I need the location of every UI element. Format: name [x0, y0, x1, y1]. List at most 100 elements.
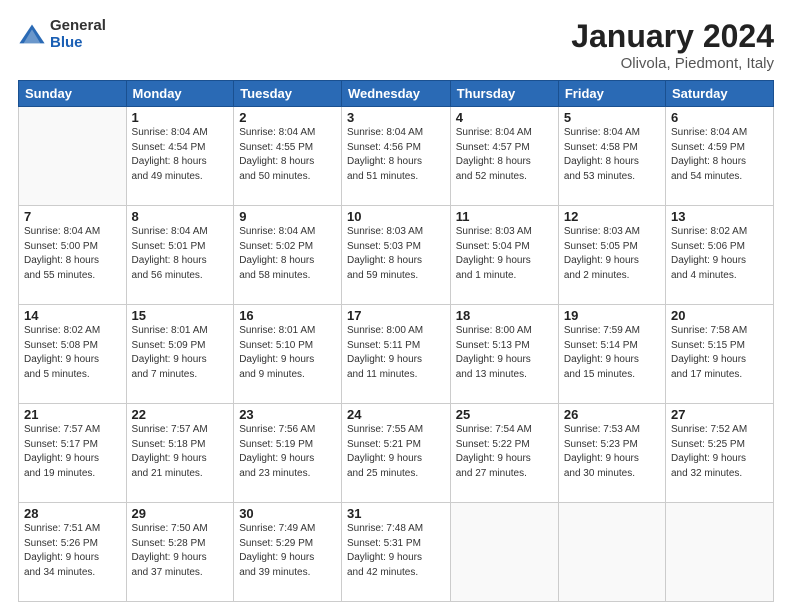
- day-cell-4: 4Sunrise: 8:04 AM Sunset: 4:57 PM Daylig…: [450, 107, 558, 206]
- day-info: Sunrise: 8:04 AM Sunset: 5:00 PM Dayligh…: [24, 225, 121, 283]
- day-info: Sunrise: 8:04 AM Sunset: 4:57 PM Dayligh…: [456, 126, 553, 184]
- day-cell-2: 2Sunrise: 8:04 AM Sunset: 4:55 PM Daylig…: [234, 107, 342, 206]
- day-info: Sunrise: 8:02 AM Sunset: 5:08 PM Dayligh…: [24, 324, 121, 382]
- day-info: Sunrise: 8:04 AM Sunset: 4:54 PM Dayligh…: [132, 126, 229, 184]
- weekday-header-wednesday: Wednesday: [341, 81, 450, 107]
- day-number: 1: [132, 110, 229, 125]
- empty-cell: [558, 503, 665, 602]
- day-info: Sunrise: 7:54 AM Sunset: 5:22 PM Dayligh…: [456, 423, 553, 481]
- day-cell-12: 12Sunrise: 8:03 AM Sunset: 5:05 PM Dayli…: [558, 206, 665, 305]
- weekday-header-saturday: Saturday: [666, 81, 774, 107]
- day-number: 19: [564, 308, 660, 323]
- day-number: 12: [564, 209, 660, 224]
- day-cell-31: 31Sunrise: 7:48 AM Sunset: 5:31 PM Dayli…: [341, 503, 450, 602]
- day-number: 23: [239, 407, 336, 422]
- day-cell-19: 19Sunrise: 7:59 AM Sunset: 5:14 PM Dayli…: [558, 305, 665, 404]
- day-info: Sunrise: 8:04 AM Sunset: 4:55 PM Dayligh…: [239, 126, 336, 184]
- day-cell-29: 29Sunrise: 7:50 AM Sunset: 5:28 PM Dayli…: [126, 503, 234, 602]
- day-info: Sunrise: 7:53 AM Sunset: 5:23 PM Dayligh…: [564, 423, 660, 481]
- day-cell-6: 6Sunrise: 8:04 AM Sunset: 4:59 PM Daylig…: [666, 107, 774, 206]
- day-info: Sunrise: 7:49 AM Sunset: 5:29 PM Dayligh…: [239, 522, 336, 580]
- day-info: Sunrise: 8:04 AM Sunset: 4:58 PM Dayligh…: [564, 126, 660, 184]
- logo-blue: Blue: [50, 35, 106, 52]
- day-cell-23: 23Sunrise: 7:56 AM Sunset: 5:19 PM Dayli…: [234, 404, 342, 503]
- day-cell-1: 1Sunrise: 8:04 AM Sunset: 4:54 PM Daylig…: [126, 107, 234, 206]
- day-number: 27: [671, 407, 768, 422]
- day-number: 22: [132, 407, 229, 422]
- weekday-header-friday: Friday: [558, 81, 665, 107]
- day-number: 10: [347, 209, 445, 224]
- day-cell-25: 25Sunrise: 7:54 AM Sunset: 5:22 PM Dayli…: [450, 404, 558, 503]
- day-info: Sunrise: 7:57 AM Sunset: 5:17 PM Dayligh…: [24, 423, 121, 481]
- day-number: 9: [239, 209, 336, 224]
- week-row-2: 7Sunrise: 8:04 AM Sunset: 5:00 PM Daylig…: [19, 206, 774, 305]
- day-info: Sunrise: 8:03 AM Sunset: 5:03 PM Dayligh…: [347, 225, 445, 283]
- weekday-header-sunday: Sunday: [19, 81, 127, 107]
- day-info: Sunrise: 7:51 AM Sunset: 5:26 PM Dayligh…: [24, 522, 121, 580]
- day-cell-28: 28Sunrise: 7:51 AM Sunset: 5:26 PM Dayli…: [19, 503, 127, 602]
- day-info: Sunrise: 7:55 AM Sunset: 5:21 PM Dayligh…: [347, 423, 445, 481]
- day-number: 20: [671, 308, 768, 323]
- day-info: Sunrise: 8:00 AM Sunset: 5:13 PM Dayligh…: [456, 324, 553, 382]
- day-info: Sunrise: 7:56 AM Sunset: 5:19 PM Dayligh…: [239, 423, 336, 481]
- day-cell-17: 17Sunrise: 8:00 AM Sunset: 5:11 PM Dayli…: [341, 305, 450, 404]
- day-cell-21: 21Sunrise: 7:57 AM Sunset: 5:17 PM Dayli…: [19, 404, 127, 503]
- day-number: 26: [564, 407, 660, 422]
- day-number: 15: [132, 308, 229, 323]
- day-number: 2: [239, 110, 336, 125]
- day-cell-30: 30Sunrise: 7:49 AM Sunset: 5:29 PM Dayli…: [234, 503, 342, 602]
- week-row-3: 14Sunrise: 8:02 AM Sunset: 5:08 PM Dayli…: [19, 305, 774, 404]
- day-number: 4: [456, 110, 553, 125]
- day-number: 25: [456, 407, 553, 422]
- day-number: 11: [456, 209, 553, 224]
- day-number: 5: [564, 110, 660, 125]
- day-info: Sunrise: 8:04 AM Sunset: 4:59 PM Dayligh…: [671, 126, 768, 184]
- day-info: Sunrise: 7:52 AM Sunset: 5:25 PM Dayligh…: [671, 423, 768, 481]
- logo-general: General: [50, 18, 106, 35]
- empty-cell: [450, 503, 558, 602]
- day-cell-26: 26Sunrise: 7:53 AM Sunset: 5:23 PM Dayli…: [558, 404, 665, 503]
- day-number: 18: [456, 308, 553, 323]
- day-info: Sunrise: 8:04 AM Sunset: 5:01 PM Dayligh…: [132, 225, 229, 283]
- empty-cell: [666, 503, 774, 602]
- day-cell-13: 13Sunrise: 8:02 AM Sunset: 5:06 PM Dayli…: [666, 206, 774, 305]
- day-cell-3: 3Sunrise: 8:04 AM Sunset: 4:56 PM Daylig…: [341, 107, 450, 206]
- day-info: Sunrise: 8:03 AM Sunset: 5:04 PM Dayligh…: [456, 225, 553, 283]
- day-info: Sunrise: 7:50 AM Sunset: 5:28 PM Dayligh…: [132, 522, 229, 580]
- day-cell-9: 9Sunrise: 8:04 AM Sunset: 5:02 PM Daylig…: [234, 206, 342, 305]
- empty-cell: [19, 107, 127, 206]
- day-number: 17: [347, 308, 445, 323]
- day-cell-14: 14Sunrise: 8:02 AM Sunset: 5:08 PM Dayli…: [19, 305, 127, 404]
- day-number: 28: [24, 506, 121, 521]
- day-cell-27: 27Sunrise: 7:52 AM Sunset: 5:25 PM Dayli…: [666, 404, 774, 503]
- day-info: Sunrise: 8:04 AM Sunset: 5:02 PM Dayligh…: [239, 225, 336, 283]
- day-info: Sunrise: 7:57 AM Sunset: 5:18 PM Dayligh…: [132, 423, 229, 481]
- day-number: 14: [24, 308, 121, 323]
- day-cell-22: 22Sunrise: 7:57 AM Sunset: 5:18 PM Dayli…: [126, 404, 234, 503]
- day-cell-18: 18Sunrise: 8:00 AM Sunset: 5:13 PM Dayli…: [450, 305, 558, 404]
- day-cell-20: 20Sunrise: 7:58 AM Sunset: 5:15 PM Dayli…: [666, 305, 774, 404]
- day-cell-15: 15Sunrise: 8:01 AM Sunset: 5:09 PM Dayli…: [126, 305, 234, 404]
- day-number: 31: [347, 506, 445, 521]
- header: General Blue January 2024 Olivola, Piedm…: [18, 18, 774, 72]
- day-info: Sunrise: 7:59 AM Sunset: 5:14 PM Dayligh…: [564, 324, 660, 382]
- day-cell-7: 7Sunrise: 8:04 AM Sunset: 5:00 PM Daylig…: [19, 206, 127, 305]
- weekday-header-thursday: Thursday: [450, 81, 558, 107]
- title-section: January 2024 Olivola, Piedmont, Italy: [571, 18, 774, 72]
- day-number: 3: [347, 110, 445, 125]
- day-info: Sunrise: 8:01 AM Sunset: 5:09 PM Dayligh…: [132, 324, 229, 382]
- month-year: January 2024: [571, 18, 774, 55]
- day-number: 30: [239, 506, 336, 521]
- week-row-5: 28Sunrise: 7:51 AM Sunset: 5:26 PM Dayli…: [19, 503, 774, 602]
- day-number: 16: [239, 308, 336, 323]
- logo: General Blue: [18, 18, 106, 51]
- day-info: Sunrise: 7:58 AM Sunset: 5:15 PM Dayligh…: [671, 324, 768, 382]
- page: General Blue January 2024 Olivola, Piedm…: [0, 0, 792, 612]
- day-info: Sunrise: 8:03 AM Sunset: 5:05 PM Dayligh…: [564, 225, 660, 283]
- day-number: 21: [24, 407, 121, 422]
- day-cell-5: 5Sunrise: 8:04 AM Sunset: 4:58 PM Daylig…: [558, 107, 665, 206]
- day-info: Sunrise: 8:01 AM Sunset: 5:10 PM Dayligh…: [239, 324, 336, 382]
- day-info: Sunrise: 7:48 AM Sunset: 5:31 PM Dayligh…: [347, 522, 445, 580]
- day-number: 6: [671, 110, 768, 125]
- day-info: Sunrise: 8:04 AM Sunset: 4:56 PM Dayligh…: [347, 126, 445, 184]
